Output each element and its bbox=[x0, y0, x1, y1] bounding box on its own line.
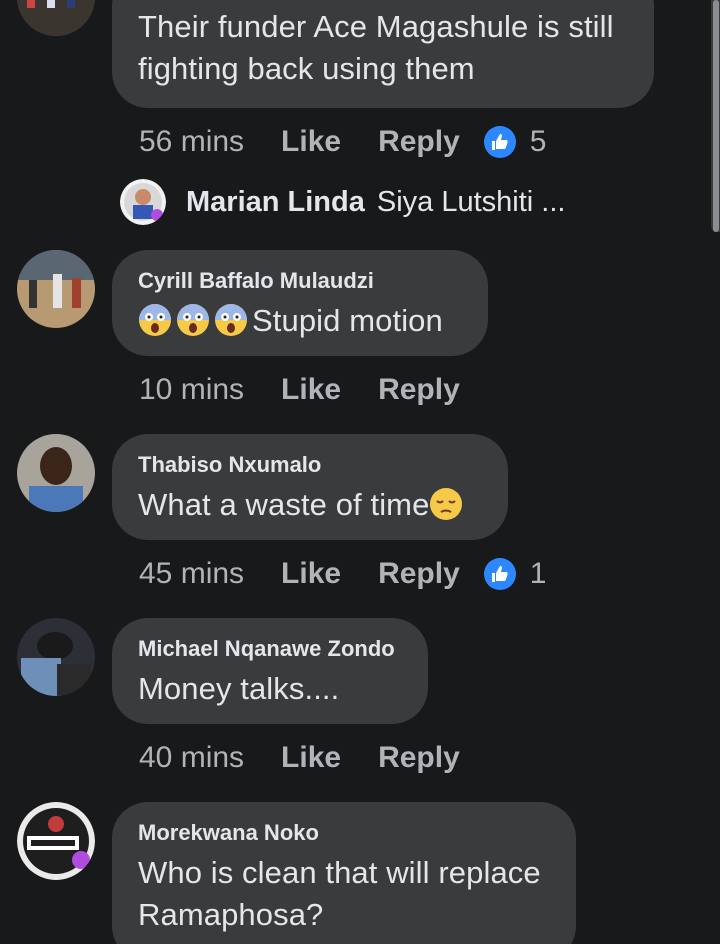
scrollbar[interactable] bbox=[711, 0, 720, 232]
comment-bubble: Cyrill Baffalo Mulaudzi Stupid motion bbox=[112, 250, 488, 356]
comment-actions: 40 mins Like Reply bbox=[139, 738, 460, 778]
comment-text-body: Stupid motion bbox=[252, 303, 443, 338]
face-screaming-in-fear-emoji bbox=[138, 303, 176, 338]
comment-actions: 56 mins Like Reply 5 bbox=[139, 122, 546, 162]
comment-text-body: What a waste of time bbox=[138, 487, 430, 522]
comment-actions: 45 mins Like Reply 1 bbox=[139, 554, 546, 594]
reply-author[interactable]: Marian Linda bbox=[186, 186, 365, 219]
like-button[interactable]: Like bbox=[281, 741, 341, 775]
comment-bubble: Thabiso Nxumalo What a waste of time bbox=[112, 434, 508, 540]
avatar bbox=[120, 179, 166, 225]
reply-button[interactable]: Reply bbox=[378, 125, 460, 159]
comment-timestamp[interactable]: 45 mins bbox=[139, 557, 244, 591]
reaction-count: 5 bbox=[529, 125, 547, 158]
comment-author[interactable]: Thabiso Nxumalo bbox=[138, 452, 482, 478]
like-icon[interactable] bbox=[483, 558, 516, 590]
comment-timestamp[interactable]: 56 mins bbox=[139, 125, 244, 159]
comment-text: What a waste of time bbox=[138, 484, 482, 526]
comment-text: Money talks.... bbox=[138, 671, 340, 706]
comment-author[interactable]: Michael Nqanawe Zondo bbox=[138, 636, 402, 662]
comment-author[interactable]: Morekwana Noko bbox=[138, 820, 550, 846]
reply-snippet: Siya Lutshiti ... bbox=[376, 185, 566, 218]
like-button[interactable]: Like bbox=[281, 557, 341, 591]
comment-bubble: Their funder Ace Magashule is still figh… bbox=[112, 0, 654, 108]
comment-bubble: Michael Nqanawe Zondo Money talks.... bbox=[112, 618, 428, 724]
comment-actions: 10 mins Like Reply bbox=[139, 370, 460, 410]
avatar[interactable] bbox=[17, 618, 95, 696]
reply-button[interactable]: Reply bbox=[378, 741, 460, 775]
avatar[interactable] bbox=[17, 434, 95, 512]
reply-preview[interactable]: Marian Linda Siya Lutshiti ... bbox=[120, 178, 565, 226]
avatar[interactable] bbox=[17, 0, 95, 36]
comment-timestamp[interactable]: 10 mins bbox=[139, 373, 244, 407]
comment-text: Stupid motion bbox=[138, 300, 462, 342]
reaction-count: 1 bbox=[529, 557, 547, 590]
face-screaming-in-fear-emoji bbox=[176, 303, 214, 338]
like-button[interactable]: Like bbox=[281, 373, 341, 407]
scrollbar-thumb[interactable] bbox=[713, 0, 719, 232]
comment-text-line: Their funder Ace Magashule is still bbox=[138, 9, 614, 44]
reply-button[interactable]: Reply bbox=[378, 373, 460, 407]
reply-button[interactable]: Reply bbox=[378, 557, 460, 591]
face-screaming-in-fear-emoji bbox=[214, 303, 252, 338]
comment-text-line: Who is clean that will replace bbox=[138, 855, 541, 890]
pensive-face-emoji bbox=[429, 487, 467, 522]
avatar[interactable] bbox=[17, 250, 95, 328]
comment-timestamp[interactable]: 40 mins bbox=[139, 741, 244, 775]
avatar[interactable] bbox=[17, 802, 95, 880]
like-button[interactable]: Like bbox=[281, 125, 341, 159]
comment-text-line: fighting back using them bbox=[138, 51, 475, 86]
comment-author[interactable]: Cyrill Baffalo Mulaudzi bbox=[138, 268, 462, 294]
like-icon[interactable] bbox=[483, 126, 516, 158]
comment-text-line: Ramaphosa? bbox=[138, 897, 324, 932]
comment-bubble: Morekwana Noko Who is clean that will re… bbox=[112, 802, 576, 944]
